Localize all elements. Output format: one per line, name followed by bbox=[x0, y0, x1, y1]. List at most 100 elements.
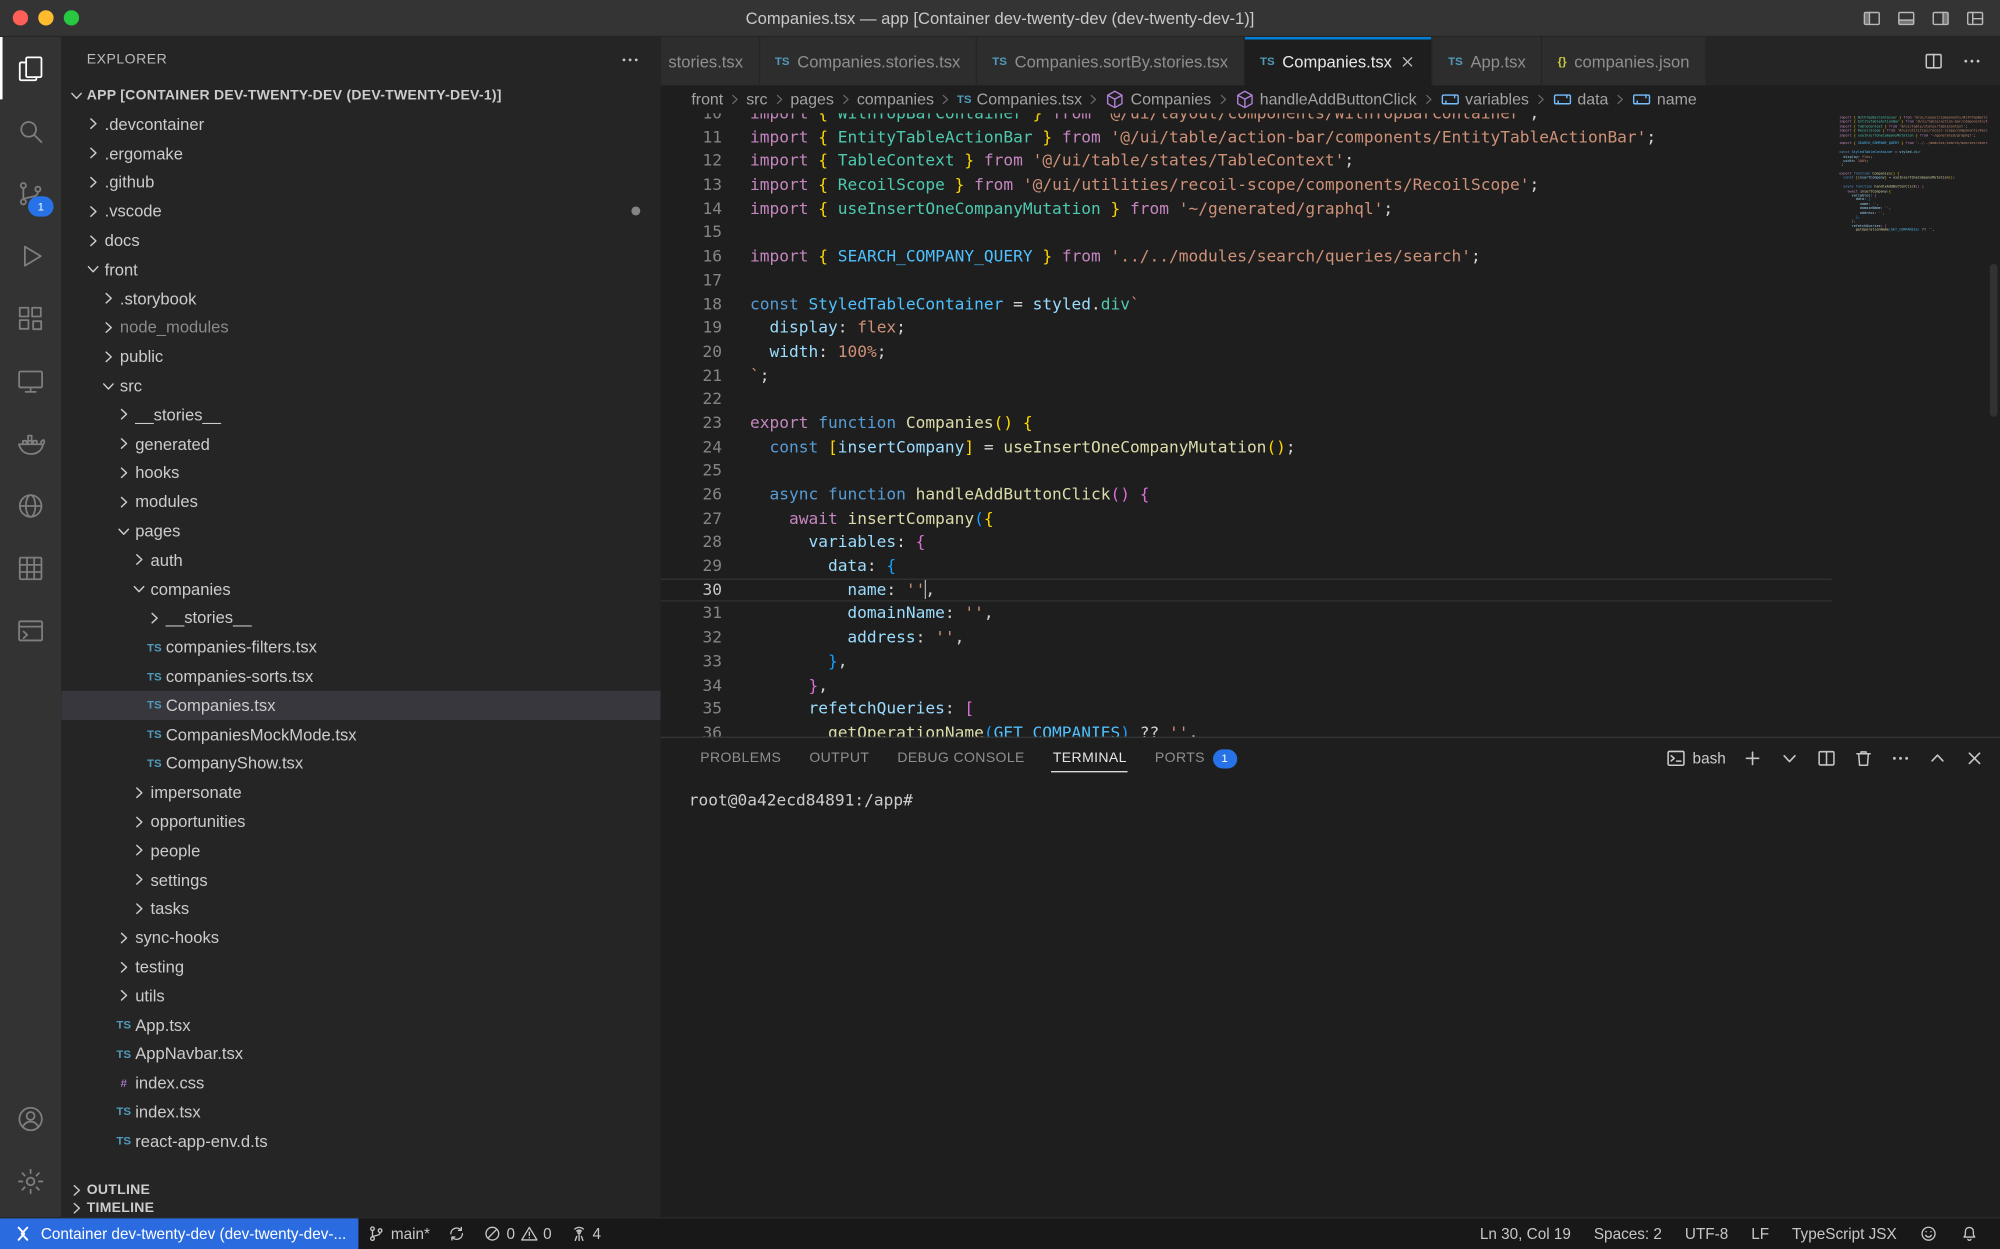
breadcrumb-item-src[interactable]: src bbox=[746, 90, 767, 108]
remote-indicator[interactable]: Container dev-twenty-dev (dev-twenty-dev… bbox=[0, 1218, 359, 1249]
panel-tab-debug-console[interactable]: DEBUG CONSOLE bbox=[883, 738, 1038, 779]
tree-file-react-app-env-d-ts[interactable]: TSreact-app-env.d.ts bbox=[61, 1127, 660, 1156]
cursor-position-status[interactable]: Ln 30, Col 19 bbox=[1468, 1218, 1582, 1249]
panel-more-actions-icon[interactable] bbox=[1890, 748, 1910, 768]
indentation-status[interactable]: Spaces: 2 bbox=[1582, 1218, 1673, 1249]
tree-folder-hooks[interactable]: hooks bbox=[61, 458, 660, 487]
tree-file-index-tsx[interactable]: TSindex.tsx bbox=[61, 1097, 660, 1126]
tree-folder-tasks[interactable]: tasks bbox=[61, 894, 660, 923]
tree-folder-pages[interactable]: pages bbox=[61, 516, 660, 545]
code-line-24[interactable]: 24 const [insertCompany] = useInsertOneC… bbox=[661, 435, 1832, 459]
activity-globe-button[interactable] bbox=[0, 474, 61, 536]
code-line-29[interactable]: 29 data: { bbox=[661, 554, 1832, 578]
tree-folder-sync-hooks[interactable]: sync-hooks bbox=[61, 923, 660, 952]
breadcrumb-item-variables[interactable]: variables bbox=[1440, 89, 1529, 109]
close-panel-icon[interactable] bbox=[1964, 748, 1984, 768]
customize-layout-icon[interactable] bbox=[1966, 8, 1985, 27]
split-editor-icon[interactable] bbox=[1923, 51, 1943, 71]
activity-settings-gear-button[interactable] bbox=[0, 1150, 61, 1212]
code-line-16[interactable]: 16import { SEARCH_COMPANY_QUERY } from '… bbox=[661, 245, 1832, 269]
tree-file-companies-sorts-tsx[interactable]: TScompanies-sorts.tsx bbox=[61, 662, 660, 691]
new-terminal-icon[interactable] bbox=[1742, 748, 1762, 768]
outline-section[interactable]: OUTLINE bbox=[61, 1181, 660, 1199]
activity-extensions-button[interactable] bbox=[0, 287, 61, 349]
tree-file-companyshow-tsx[interactable]: TSCompanyShow.tsx bbox=[61, 749, 660, 778]
activity-account-button[interactable] bbox=[0, 1087, 61, 1149]
terminal-dropdown-icon[interactable] bbox=[1779, 748, 1799, 768]
tree-folder-auth[interactable]: auth bbox=[61, 545, 660, 574]
tree-folder-people[interactable]: people bbox=[61, 836, 660, 865]
tree-file-companiesmockmode-tsx[interactable]: TSCompaniesMockMode.tsx bbox=[61, 720, 660, 749]
code-line-26[interactable]: 26 async function handleAddButtonClick()… bbox=[661, 483, 1832, 507]
language-status[interactable]: TypeScript JSX bbox=[1781, 1218, 1909, 1249]
code-line-10[interactable]: 10import { WithTopBarContainer } from '@… bbox=[661, 113, 1832, 125]
tree-folder-modules[interactable]: modules bbox=[61, 487, 660, 516]
code-line-34[interactable]: 34 }, bbox=[661, 674, 1832, 698]
problems-status[interactable]: 0 0 bbox=[475, 1218, 561, 1249]
code-line-31[interactable]: 31 domainName: '', bbox=[661, 602, 1832, 626]
code-line-12[interactable]: 12import { TableContext } from '@/ui/tab… bbox=[661, 150, 1832, 174]
tree-folder-storybook[interactable]: .storybook bbox=[61, 284, 660, 313]
activity-remote-explorer-button[interactable] bbox=[0, 349, 61, 411]
tree-folder-src[interactable]: src bbox=[61, 371, 660, 400]
panel-tab-ports[interactable]: PORTS1 bbox=[1141, 738, 1251, 779]
code-line-36[interactable]: 36 getOperationName(GET_COMPANIES) ?? ''… bbox=[661, 721, 1832, 736]
code-viewport[interactable]: 10import { WithTopBarContainer } from '@… bbox=[661, 113, 1832, 736]
breadcrumb-item-handleaddbuttonclick[interactable]: handleAddButtonClick bbox=[1234, 89, 1416, 109]
explorer-section-header[interactable]: APP [CONTAINER DEV-TWENTY-DEV (DEV-TWENT… bbox=[61, 82, 660, 110]
tree-folder-testing[interactable]: testing bbox=[61, 952, 660, 981]
toggle-sidebar-right-icon[interactable] bbox=[1931, 8, 1950, 27]
breadcrumb-item-name[interactable]: name bbox=[1631, 89, 1696, 109]
tree-folder-node-modules[interactable]: node_modules bbox=[61, 313, 660, 342]
tree-folder-public[interactable]: public bbox=[61, 342, 660, 371]
tab-app-tsx[interactable]: TSApp.tsx bbox=[1433, 37, 1543, 85]
breadcrumb-item-companies[interactable]: Companies bbox=[1105, 89, 1211, 109]
code-line-20[interactable]: 20 width: 100%; bbox=[661, 340, 1832, 364]
timeline-section[interactable]: TIMELINE bbox=[61, 1199, 660, 1217]
tree-folder-utils[interactable]: utils bbox=[61, 981, 660, 1010]
tree-file-app-tsx[interactable]: TSApp.tsx bbox=[61, 1010, 660, 1039]
tree-folder-companies[interactable]: companies bbox=[61, 574, 660, 603]
breadcrumb-item-pages[interactable]: pages bbox=[790, 90, 833, 108]
feedback-status[interactable] bbox=[1908, 1218, 1949, 1249]
branch-status[interactable]: main* bbox=[359, 1218, 439, 1249]
tree-file-companies-tsx[interactable]: TSCompanies.tsx bbox=[61, 691, 660, 720]
panel-tab-terminal[interactable]: TERMINAL bbox=[1039, 738, 1141, 779]
ports-status[interactable]: 4 bbox=[561, 1218, 610, 1249]
activity-source-control-button[interactable]: 1 bbox=[0, 162, 61, 224]
code-line-28[interactable]: 28 variables: { bbox=[661, 531, 1832, 555]
code-line-11[interactable]: 11import { EntityTableActionBar } from '… bbox=[661, 126, 1832, 150]
tab-companies-sortby-stories-tsx[interactable]: TSCompanies.sortBy.stories.tsx bbox=[977, 37, 1245, 85]
tree-folder-github[interactable]: .github bbox=[61, 168, 660, 197]
minimize-button[interactable] bbox=[38, 10, 53, 25]
tree-file-appnavbar-tsx[interactable]: TSAppNavbar.tsx bbox=[61, 1039, 660, 1068]
toggle-panel-icon[interactable] bbox=[1897, 8, 1916, 27]
activity-files-button[interactable] bbox=[0, 37, 61, 99]
activity-run-debug-button[interactable] bbox=[0, 224, 61, 286]
tree-folder-docs[interactable]: docs bbox=[61, 226, 660, 255]
code-line-30[interactable]: 30 name: '', bbox=[661, 578, 1832, 602]
code-line-15[interactable]: 15 bbox=[661, 221, 1832, 245]
tab-close-button[interactable] bbox=[1400, 53, 1417, 70]
breadcrumb-item-companies-tsx[interactable]: TSCompanies.tsx bbox=[957, 90, 1082, 108]
breadcrumb-item-front[interactable]: front bbox=[691, 90, 723, 108]
minimap[interactable]: import { WithTopBarContainer } from '@/u… bbox=[1832, 113, 1988, 736]
tree-folder-stories[interactable]: __stories__ bbox=[61, 604, 660, 633]
code-line-14[interactable]: 14import { useInsertOneCompanyMutation }… bbox=[661, 197, 1832, 221]
terminal-body[interactable]: root@0a42ecd84891:/app# bbox=[661, 779, 2000, 1217]
panel-tab-output[interactable]: OUTPUT bbox=[795, 738, 883, 779]
tab-companies-tsx[interactable]: TSCompanies.tsx bbox=[1245, 37, 1433, 85]
activity-docker-button[interactable] bbox=[0, 412, 61, 474]
breadcrumb-item-companies[interactable]: companies bbox=[857, 90, 934, 108]
editor-scrollbar[interactable] bbox=[1987, 113, 2000, 736]
code-line-21[interactable]: 21`; bbox=[661, 364, 1832, 388]
tab-companies-stories-tsx[interactable]: TSCompanies.stories.tsx bbox=[760, 37, 977, 85]
toggle-sidebar-left-icon[interactable] bbox=[1862, 8, 1881, 27]
tree-folder-impersonate[interactable]: impersonate bbox=[61, 778, 660, 807]
tree-file-index-css[interactable]: #index.css bbox=[61, 1068, 660, 1097]
tab-stories-tsx[interactable]: stories.tsx bbox=[661, 37, 760, 85]
activity-preview-button[interactable] bbox=[0, 599, 61, 661]
code-line-23[interactable]: 23export function Companies() { bbox=[661, 412, 1832, 436]
code-line-32[interactable]: 32 address: '', bbox=[661, 626, 1832, 650]
tree-folder-settings[interactable]: settings bbox=[61, 865, 660, 894]
